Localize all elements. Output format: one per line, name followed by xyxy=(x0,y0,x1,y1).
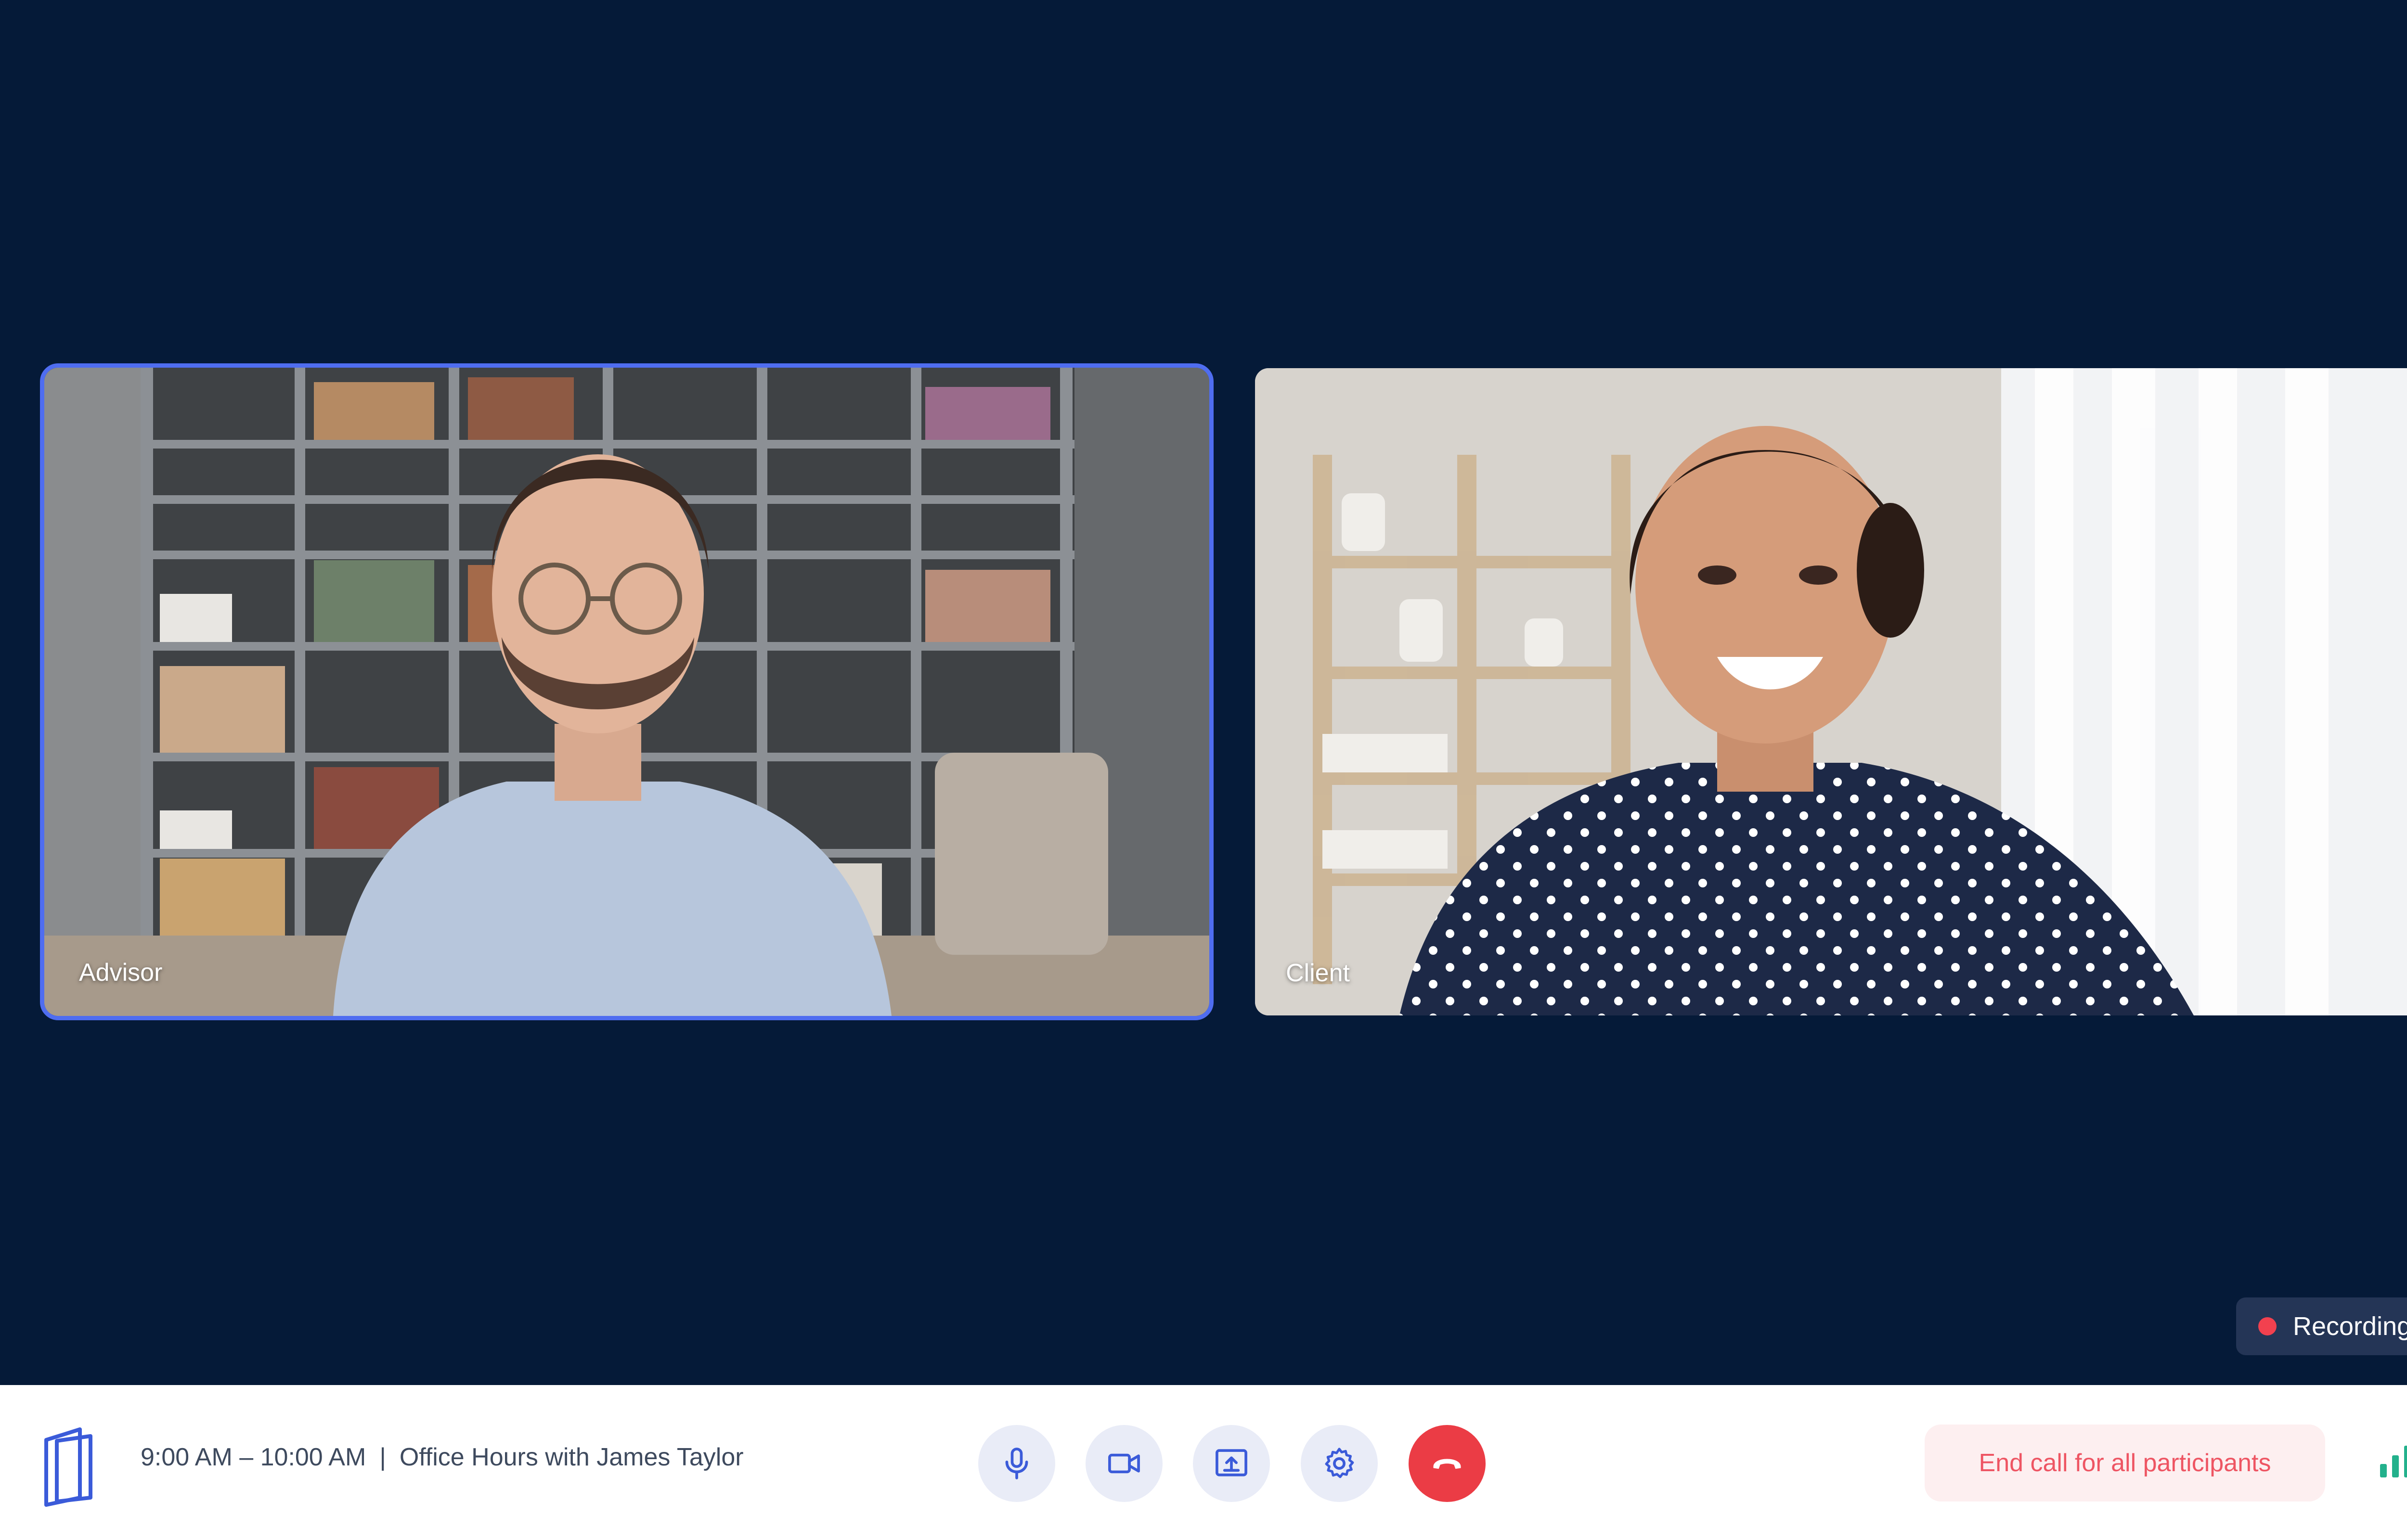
camera-button[interactable] xyxy=(1086,1425,1163,1502)
microphone-button[interactable] xyxy=(978,1425,1055,1502)
recording-dot-icon xyxy=(2258,1317,2277,1335)
meeting-info-separator: | xyxy=(379,1443,386,1471)
participant-label-advisor: Advisor xyxy=(79,959,163,987)
meeting-time-range: 9:00 AM – 10:00 AM xyxy=(141,1443,366,1471)
recording-indicator: Recording xyxy=(2236,1297,2407,1355)
client-video-image xyxy=(1255,368,2407,1015)
signal-strength-icon xyxy=(2380,1446,2407,1477)
client-video-tile[interactable]: Client xyxy=(1255,368,2407,1015)
video-camera-icon xyxy=(1108,1453,1140,1474)
app-logo-icon xyxy=(44,1427,92,1507)
meeting-title: Office Hours with James Taylor xyxy=(399,1443,744,1471)
hang-up-button[interactable] xyxy=(1409,1425,1486,1502)
settings-button[interactable] xyxy=(1301,1425,1378,1502)
video-stage: Advisor Client Recording xyxy=(0,0,2407,1385)
advisor-video-image xyxy=(44,368,1209,1016)
call-toolbar: 9:00 AM – 10:00 AM | Office Hours with Jam… xyxy=(0,1385,2407,1540)
share-screen-icon xyxy=(1216,1449,1247,1476)
advisor-video-feed xyxy=(44,368,1209,1016)
gear-icon xyxy=(1325,1448,1354,1478)
advisor-video-tile[interactable]: Advisor xyxy=(40,363,1214,1020)
recording-label: Recording xyxy=(2293,1312,2407,1341)
meeting-info: 9:00 AM – 10:00 AM | Office Hours with Jam… xyxy=(141,1443,744,1472)
end-call-for-all-button[interactable]: End call for all participants xyxy=(1925,1424,2325,1502)
participant-label-client: Client xyxy=(1286,959,1350,987)
share-screen-button[interactable] xyxy=(1193,1425,1270,1502)
phone-hangup-icon xyxy=(1433,1459,1461,1469)
microphone-icon xyxy=(1005,1448,1028,1479)
